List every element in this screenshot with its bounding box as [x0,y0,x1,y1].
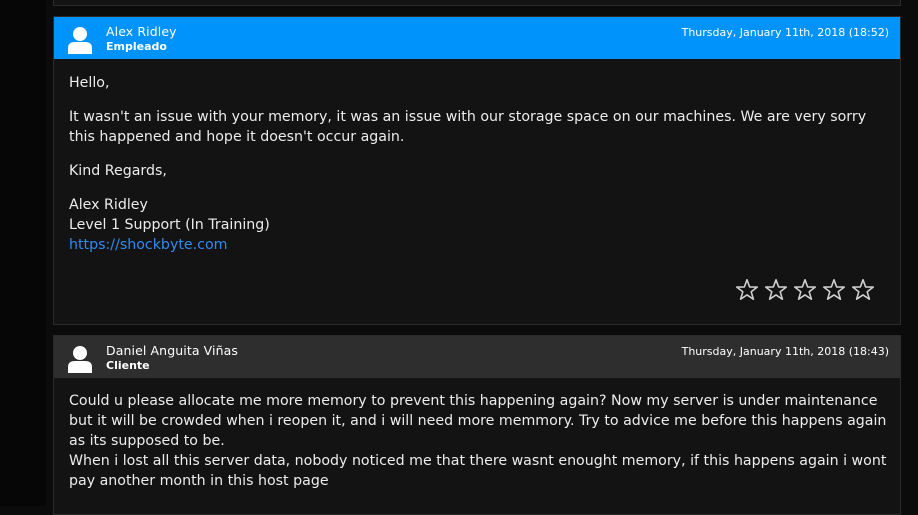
reply-header: Daniel Anguita Viñas Cliente Thursday, J… [54,336,900,378]
reply-message: Hello, It wasn't an issue with your memo… [69,73,869,255]
user-avatar-icon [68,27,92,54]
star-outline-icon[interactable] [822,278,846,302]
reply-header: Alex Ridley Empleado Thursday, January 1… [54,17,900,59]
star-outline-icon[interactable] [764,278,788,302]
reply-author-name: Daniel Anguita Viñas [106,343,238,358]
signature-title: Level 1 Support (In Training) [69,217,270,233]
message-greeting: Hello, [69,75,110,91]
left-rail [0,0,46,506]
signature-name: Alex Ridley [69,197,148,213]
star-outline-icon[interactable] [851,278,875,302]
ticket-reply-staff: Alex Ridley Empleado Thursday, January 1… [53,16,901,325]
message-closing: Kind Regards, [69,163,167,179]
rating-stars [735,278,875,302]
user-avatar-icon [68,346,92,373]
star-outline-icon[interactable] [735,278,759,302]
reply-author-name: Alex Ridley [106,24,177,39]
signature-link[interactable]: https://shockbyte.com [69,237,227,253]
reply-date: Thursday, January 11th, 2018 (18:52) [681,26,889,39]
message-line-1: Could u please allocate me more memory t… [69,393,887,449]
reply-date: Thursday, January 11th, 2018 (18:43) [681,345,889,358]
reply-author-role: Cliente [106,359,150,372]
ticket-reply-client: Daniel Anguita Viñas Cliente Thursday, J… [53,335,901,515]
message-line-2: When i lost all this server data, nobody… [69,453,887,489]
reply-author-role: Empleado [106,40,167,53]
reply-message: Could u please allocate me more memory t… [69,391,891,491]
star-outline-icon[interactable] [793,278,817,302]
previous-reply-edge [53,0,901,6]
message-body: It wasn't an issue with your memory, it … [69,109,867,145]
